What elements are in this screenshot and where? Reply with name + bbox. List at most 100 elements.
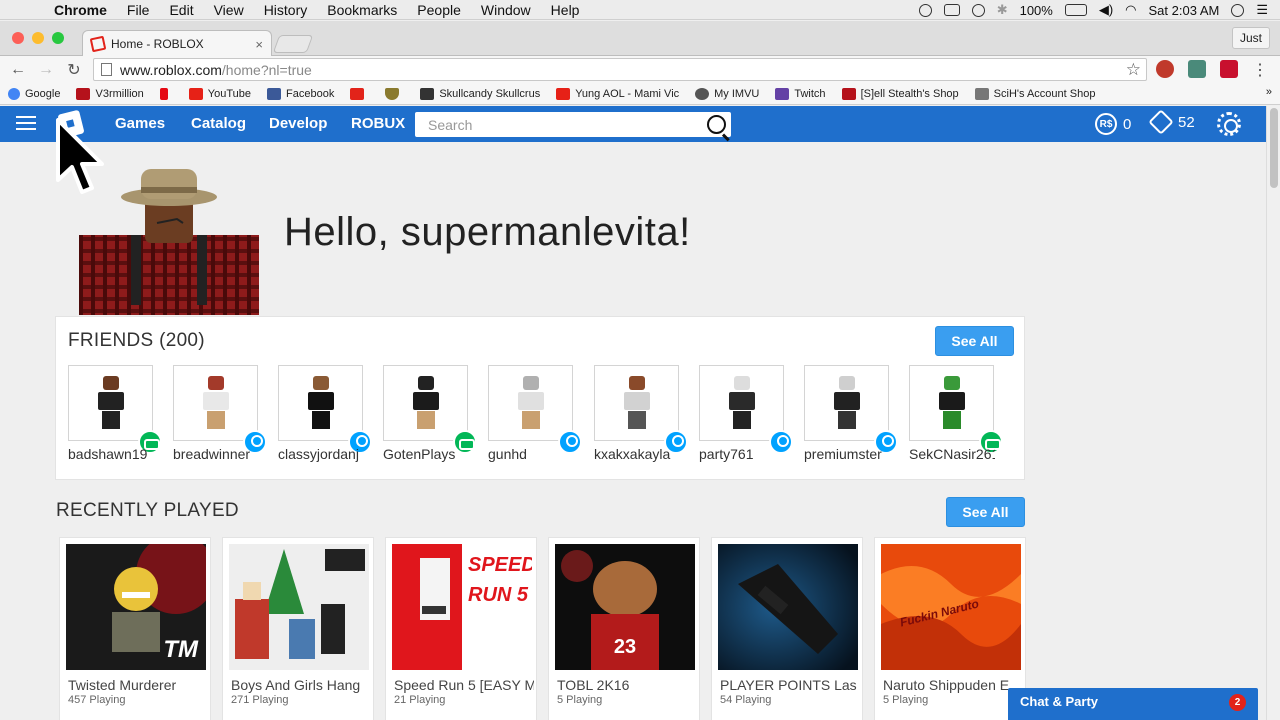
friend-item[interactable]: breadwinner [173, 365, 267, 465]
game-card[interactable]: TM Twisted Murderer 457 Playing [59, 537, 211, 720]
friend-item[interactable]: premiumster [804, 365, 898, 465]
game-thumbnail[interactable] [718, 544, 858, 670]
bluetooth-icon[interactable]: ✱ [997, 2, 1008, 18]
bookmark-imvu[interactable]: My IMVU [695, 87, 759, 100]
menu-file[interactable]: File [117, 2, 160, 18]
game-card[interactable]: 23 TOBL 2K16 5 Playing [548, 537, 700, 720]
forward-button[interactable]: → [32, 61, 60, 79]
friend-name[interactable]: party761 [699, 446, 785, 462]
game-card[interactable]: PLAYER POINTS Las 54 Playing [711, 537, 863, 720]
game-name[interactable]: Speed Run 5 [EASY M [394, 677, 534, 693]
recently-played-see-all-button[interactable]: See All [946, 497, 1025, 527]
game-thumbnail[interactable] [229, 544, 369, 670]
friend-name[interactable]: kxakxakayla [594, 446, 680, 462]
friend-item[interactable]: GotenPlays [383, 365, 477, 465]
address-bar[interactable]: www.roblox.com/home?nl=true ☆ [93, 58, 1147, 81]
zoom-window-button[interactable] [52, 32, 64, 44]
friend-name[interactable]: GotenPlays [383, 446, 469, 462]
nav-games[interactable]: Games [115, 115, 165, 132]
friend-item[interactable]: classyjordanj [278, 365, 372, 465]
friend-avatar[interactable] [488, 365, 573, 441]
bookmark-netflix[interactable] [159, 87, 173, 100]
menu-app-name[interactable]: Chrome [44, 2, 117, 18]
friends-see-all-button[interactable]: See All [935, 326, 1014, 356]
tab-close-icon[interactable]: × [255, 37, 263, 52]
chat-party-bar[interactable]: Chat & Party 2 [1008, 688, 1258, 720]
friend-name[interactable]: classyjordanj [278, 446, 364, 462]
friend-item[interactable]: SekCNasir261 [909, 365, 1003, 465]
game-card[interactable]: SPEED RUN 5 Speed Run 5 [EASY M 21 Playi… [385, 537, 537, 720]
game-name[interactable]: TOBL 2K16 [557, 677, 697, 693]
wifi-icon[interactable]: ◠ [1125, 2, 1136, 18]
status-check-icon[interactable] [918, 3, 932, 17]
bookmark-v3rmillion[interactable]: V3rmillion [76, 87, 144, 100]
extension-icon[interactable] [1188, 60, 1206, 78]
search-icon[interactable] [707, 115, 726, 134]
menu-window[interactable]: Window [471, 2, 541, 18]
clock[interactable]: Sat 2:03 AM [1149, 3, 1220, 18]
game-name[interactable]: PLAYER POINTS Las [720, 677, 860, 693]
game-name[interactable]: Twisted Murderer [68, 677, 208, 693]
menu-view[interactable]: View [204, 2, 254, 18]
bookmark-star-icon[interactable]: ☆ [1126, 60, 1141, 80]
friend-item[interactable]: party761 [699, 365, 793, 465]
adblock-extension-icon[interactable] [1156, 60, 1174, 78]
friend-item[interactable]: kxakxakayla [594, 365, 688, 465]
menu-bookmarks[interactable]: Bookmarks [317, 2, 407, 18]
battery-icon[interactable] [1064, 4, 1087, 16]
menu-history[interactable]: History [254, 2, 318, 18]
game-card[interactable]: Fuckin Naruto Naruto Shippuden E 5 Playi… [874, 537, 1026, 720]
bookmark-shield[interactable] [385, 87, 404, 100]
spotlight-search-icon[interactable] [1231, 3, 1245, 17]
bookmark-yung-aol[interactable]: Yung AOL - Mami Vic [556, 87, 679, 100]
netflix-extension-icon[interactable] [1220, 60, 1238, 78]
bookmark-scih-shop[interactable]: SciH's Account Shop [974, 87, 1095, 100]
minimize-window-button[interactable] [32, 32, 44, 44]
game-thumbnail[interactable]: 23 [555, 544, 695, 670]
page-info-icon[interactable] [101, 63, 112, 76]
globe-icon[interactable] [971, 3, 985, 17]
friend-avatar[interactable] [804, 365, 889, 441]
nav-catalog[interactable]: Catalog [191, 115, 246, 132]
close-window-button[interactable] [12, 32, 24, 44]
robux-balance[interactable]: R$ 0 [1095, 113, 1131, 135]
menu-help[interactable]: Help [541, 2, 590, 18]
menu-edit[interactable]: Edit [159, 2, 203, 18]
bookmarks-overflow-icon[interactable]: » [1266, 86, 1272, 98]
battery-percent[interactable]: 100% [1020, 3, 1053, 18]
friend-avatar[interactable] [173, 365, 258, 441]
hamburger-menu-icon[interactable] [16, 116, 36, 131]
friend-avatar[interactable] [594, 365, 679, 441]
scrollbar-thumb[interactable] [1270, 108, 1278, 188]
game-thumbnail[interactable]: TM [66, 544, 206, 670]
nav-develop[interactable]: Develop [269, 115, 327, 132]
friend-name[interactable]: badshawn19 [68, 446, 154, 462]
friend-avatar[interactable] [68, 365, 153, 441]
new-tab-button[interactable] [272, 35, 314, 53]
friend-avatar[interactable] [909, 365, 994, 441]
back-button[interactable]: ← [4, 61, 32, 79]
notification-center-icon[interactable]: ☰ [1256, 2, 1268, 18]
friend-avatar[interactable] [278, 365, 363, 441]
bookmark-facebook[interactable]: Facebook [267, 87, 334, 100]
chrome-menu-icon[interactable]: ⋮ [1252, 60, 1268, 80]
friend-name[interactable]: SekCNasir261 [909, 446, 995, 462]
bookmark-skullcandy[interactable]: Skullcandy Skullcrus [420, 87, 540, 100]
bookmark-google[interactable]: Google [8, 87, 60, 100]
game-name[interactable]: Boys And Girls Hang [231, 677, 371, 693]
game-name[interactable]: Naruto Shippuden E [883, 677, 1023, 693]
game-thumbnail[interactable]: Fuckin Naruto [881, 544, 1021, 670]
friend-item[interactable]: badshawn19 [68, 365, 162, 465]
bookmark-roblox[interactable] [350, 87, 369, 100]
settings-gear-icon[interactable] [1217, 112, 1241, 136]
friend-name[interactable]: gunhd [488, 446, 574, 462]
reload-button[interactable]: ↻ [60, 60, 88, 80]
friend-avatar[interactable] [699, 365, 784, 441]
friend-name[interactable]: premiumster [804, 446, 890, 462]
page-scrollbar[interactable] [1266, 106, 1280, 720]
bookmark-youtube[interactable]: YouTube [188, 87, 251, 100]
screen-record-icon[interactable] [943, 4, 960, 16]
search-input[interactable]: Search [415, 112, 731, 137]
tickets-balance[interactable]: 52 [1148, 109, 1195, 135]
nav-robux[interactable]: ROBUX [351, 115, 405, 132]
